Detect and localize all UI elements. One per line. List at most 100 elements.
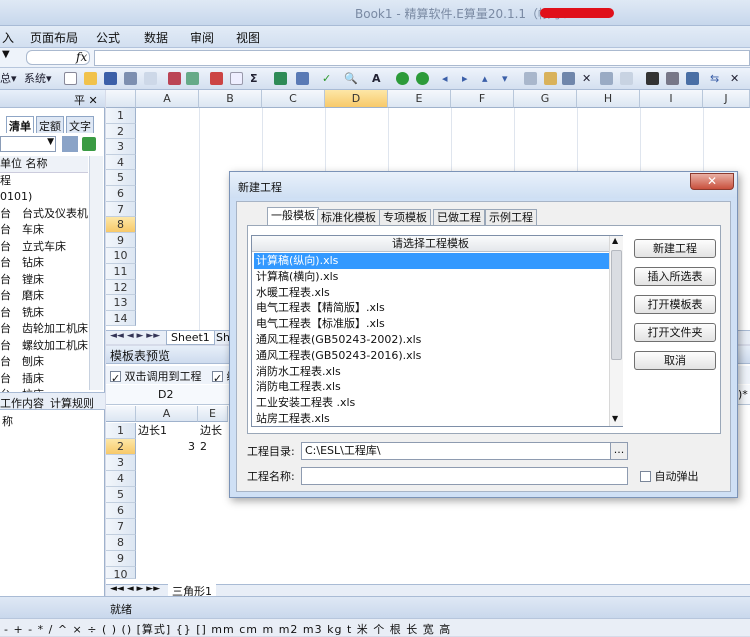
left-filter-select[interactable]: ▼ bbox=[0, 136, 56, 152]
select-all[interactable] bbox=[106, 90, 136, 108]
template-list[interactable]: 请选择工程模板 计算稿(纵向).xls 计算稿(横向).xls 水暖工程表.xl… bbox=[251, 235, 623, 427]
scroll-down-icon[interactable]: ▼ bbox=[612, 414, 618, 423]
col-header[interactable]: F bbox=[451, 90, 514, 108]
tab-calc-rules[interactable]: 计算规则 bbox=[50, 395, 94, 411]
arrow-up-icon[interactable]: ▴ bbox=[482, 71, 488, 87]
row-header[interactable]: 10 bbox=[106, 248, 136, 264]
list-item[interactable]: 台 镗床 bbox=[0, 272, 88, 289]
row-header[interactable]: 4 bbox=[106, 154, 136, 171]
copy-icon[interactable] bbox=[524, 72, 537, 85]
pin-close-icons[interactable]: 平 ✕ bbox=[74, 92, 98, 108]
delete-icon[interactable]: ✕ bbox=[582, 71, 591, 87]
menu-item-insert[interactable]: 入 bbox=[2, 29, 14, 46]
menu-item-formula[interactable]: 公式 bbox=[96, 29, 120, 46]
row-header[interactable]: 9 bbox=[106, 232, 136, 249]
col-header[interactable]: J bbox=[703, 90, 750, 108]
menu-item-view[interactable]: 视图 bbox=[236, 29, 260, 46]
arrow-left-icon[interactable]: ◂ bbox=[442, 71, 448, 87]
table-icon[interactable] bbox=[274, 72, 287, 85]
check-icon[interactable]: ✓ bbox=[322, 71, 331, 87]
col-header[interactable]: G bbox=[514, 90, 577, 108]
open-folder-button[interactable]: 打开文件夹 bbox=[634, 323, 716, 342]
tab-sample-projects[interactable]: 示例工程 bbox=[485, 209, 537, 226]
row-header[interactable]: 10 bbox=[106, 567, 136, 579]
cell-b1[interactable]: 边长2 bbox=[200, 423, 228, 455]
list-scrollbar[interactable]: ▲ ▼ bbox=[609, 236, 623, 426]
list-item[interactable]: 工业安装工程表 .xls bbox=[254, 395, 609, 411]
list-item[interactable]: 台 齿轮加工机床 bbox=[0, 321, 88, 338]
list-item[interactable]: 程 bbox=[0, 173, 88, 190]
row-header[interactable]: 1 bbox=[106, 423, 136, 439]
system-menu[interactable]: 系统▾ bbox=[24, 71, 52, 87]
list-item[interactable]: 台 台式及仪表机 bbox=[0, 206, 88, 223]
list-item[interactable]: 计算稿(横向).xls bbox=[254, 269, 609, 285]
sum-icon[interactable]: Σ bbox=[250, 71, 258, 87]
align-icon[interactable] bbox=[686, 72, 699, 85]
list-item[interactable]: 台 磨床 bbox=[0, 288, 88, 305]
col-header[interactable]: E bbox=[388, 90, 451, 108]
open-folder-icon[interactable] bbox=[84, 72, 97, 85]
cell-a1[interactable]: 边长1 bbox=[138, 423, 167, 439]
list-item[interactable]: 台 铣床 bbox=[0, 305, 88, 322]
sheet-tab-more[interactable]: Sh bbox=[216, 331, 230, 344]
cancel-button[interactable]: 取消 bbox=[634, 351, 716, 370]
list-item[interactable]: 电气工程表【精简版】.xls bbox=[254, 300, 609, 316]
new-project-button[interactable]: 新建工程 bbox=[634, 239, 716, 258]
save-icon[interactable] bbox=[104, 72, 117, 85]
zoom-in-icon[interactable] bbox=[396, 72, 409, 85]
insert-selected-button[interactable]: 插入所选表 bbox=[634, 267, 716, 286]
project-name-field[interactable] bbox=[301, 467, 628, 485]
col-header[interactable]: E bbox=[198, 406, 228, 422]
row-header[interactable]: 6 bbox=[106, 186, 136, 202]
border-icon[interactable] bbox=[646, 72, 659, 85]
arrow-right-icon[interactable]: ▸ bbox=[462, 71, 468, 87]
list-item[interactable]: 消防水工程表.xls bbox=[254, 364, 609, 380]
row-header[interactable]: 13 bbox=[106, 295, 136, 311]
row-header[interactable]: 11 bbox=[106, 264, 136, 280]
grid-icon[interactable] bbox=[296, 72, 309, 85]
row-header[interactable]: 9 bbox=[106, 551, 136, 567]
row-header[interactable]: 6 bbox=[106, 503, 136, 519]
row-header[interactable]: 3 bbox=[106, 455, 136, 471]
list-item[interactable]: 通风工程表(GB50243-2002).xls bbox=[254, 332, 609, 348]
col-header[interactable]: A bbox=[136, 90, 199, 108]
list-item[interactable]: 计算稿(纵向).xls bbox=[254, 253, 609, 269]
scroll-thumb[interactable] bbox=[611, 250, 622, 360]
symbol-list[interactable]: - + - * / ^ × ÷ ( ) () [算式] {} [] mm cm … bbox=[4, 621, 451, 637]
list-item[interactable]: 台 螺纹加工机床 bbox=[0, 338, 88, 355]
row-header[interactable]: 7 bbox=[106, 201, 136, 218]
tab-work-content[interactable]: 工作内容 bbox=[0, 395, 44, 411]
print-icon[interactable] bbox=[124, 72, 137, 85]
preview-sheet[interactable]: A E 1 2 3 4 5 6 7 8 9 10 边长1 边长2 3 bbox=[106, 406, 228, 586]
arrow-down-icon[interactable]: ▾ bbox=[502, 71, 508, 87]
project-dir-field[interactable]: C:\ESL\工程库\ bbox=[301, 442, 611, 460]
merge-icon[interactable] bbox=[666, 72, 679, 85]
menu-item-page-layout[interactable]: 页面布局 bbox=[30, 29, 78, 46]
row-header[interactable]: 8 bbox=[106, 535, 136, 551]
sheet-nav-icons[interactable]: ◄◄ ◄ ► ►► bbox=[110, 584, 160, 594]
fx-icon[interactable]: fx bbox=[76, 50, 87, 64]
open-template-button[interactable]: 打开模板表 bbox=[634, 295, 716, 314]
swap-icon[interactable]: ⇆ bbox=[710, 71, 719, 87]
download-icon[interactable] bbox=[82, 137, 96, 151]
browse-button[interactable]: ... bbox=[610, 442, 628, 460]
cell-a2[interactable]: 3 bbox=[188, 439, 195, 455]
delete-row-icon[interactable] bbox=[600, 72, 613, 85]
list-item[interactable]: 台 立式车床 bbox=[0, 239, 88, 256]
tab-quota[interactable]: 定额 bbox=[36, 116, 64, 133]
find-icon[interactable]: 🔍 bbox=[344, 71, 358, 87]
list-item[interactable]: 通风工程表(GB50243-2016).xls bbox=[254, 348, 609, 364]
row-header[interactable]: 8 bbox=[106, 217, 136, 233]
tab-done-projects[interactable]: 已做工程 bbox=[433, 209, 485, 226]
chart-icon[interactable] bbox=[62, 136, 78, 152]
list-item[interactable]: 水暖工程表.xls bbox=[254, 285, 609, 301]
scroll-up-icon[interactable]: ▲ bbox=[612, 236, 618, 245]
row-header[interactable]: 2 bbox=[106, 123, 136, 140]
sheet-icon[interactable] bbox=[620, 72, 633, 85]
list-item[interactable]: 电气工程表【标准版】.xls bbox=[254, 316, 609, 332]
font-icon[interactable]: A bbox=[372, 71, 381, 87]
menu-item-data[interactable]: 数据 bbox=[144, 29, 168, 46]
auto-popup-checkbox[interactable]: 自动弹出 bbox=[640, 468, 699, 484]
tab-bill[interactable]: 清单 bbox=[6, 116, 34, 133]
row-header[interactable]: 1 bbox=[106, 108, 136, 124]
